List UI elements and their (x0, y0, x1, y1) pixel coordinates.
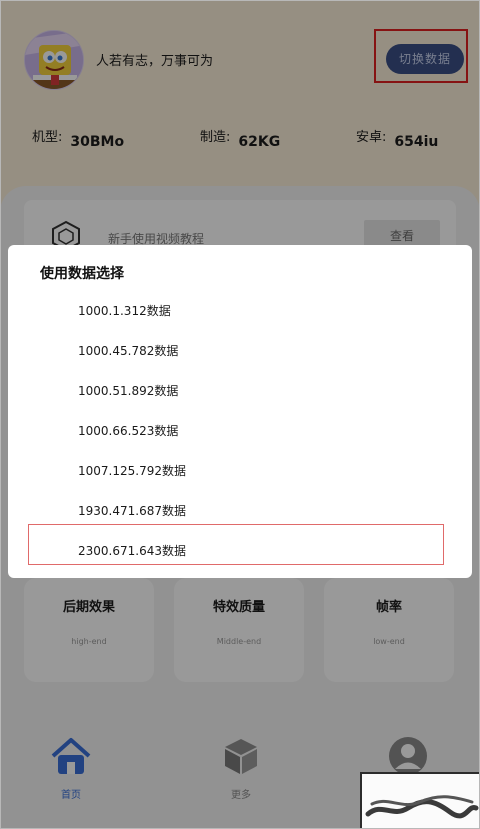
option-item[interactable]: 1000.51.892数据 (78, 382, 178, 399)
option-item[interactable]: 1007.125.792数据 (78, 462, 186, 479)
scribble-mark (360, 772, 480, 829)
app-screen: 人若有志，万事可为 机型: 30BMo 制造: 62KG 安卓: 654iu 切换数据… (0, 0, 480, 829)
option-item[interactable]: 1930.471.687数据 (78, 502, 186, 519)
option-item[interactable]: 1000.66.523数据 (78, 422, 178, 439)
option-item-selected[interactable]: 2300.671.643数据 (78, 542, 186, 559)
dialog-title: 使用数据选择 (40, 266, 124, 282)
option-item[interactable]: 1000.45.782数据 (78, 342, 178, 359)
data-select-dialog: 使用数据选择 1000.1.312数据 1000.45.782数据 1000.5… (8, 245, 472, 578)
option-item[interactable]: 1000.1.312数据 (78, 302, 171, 319)
